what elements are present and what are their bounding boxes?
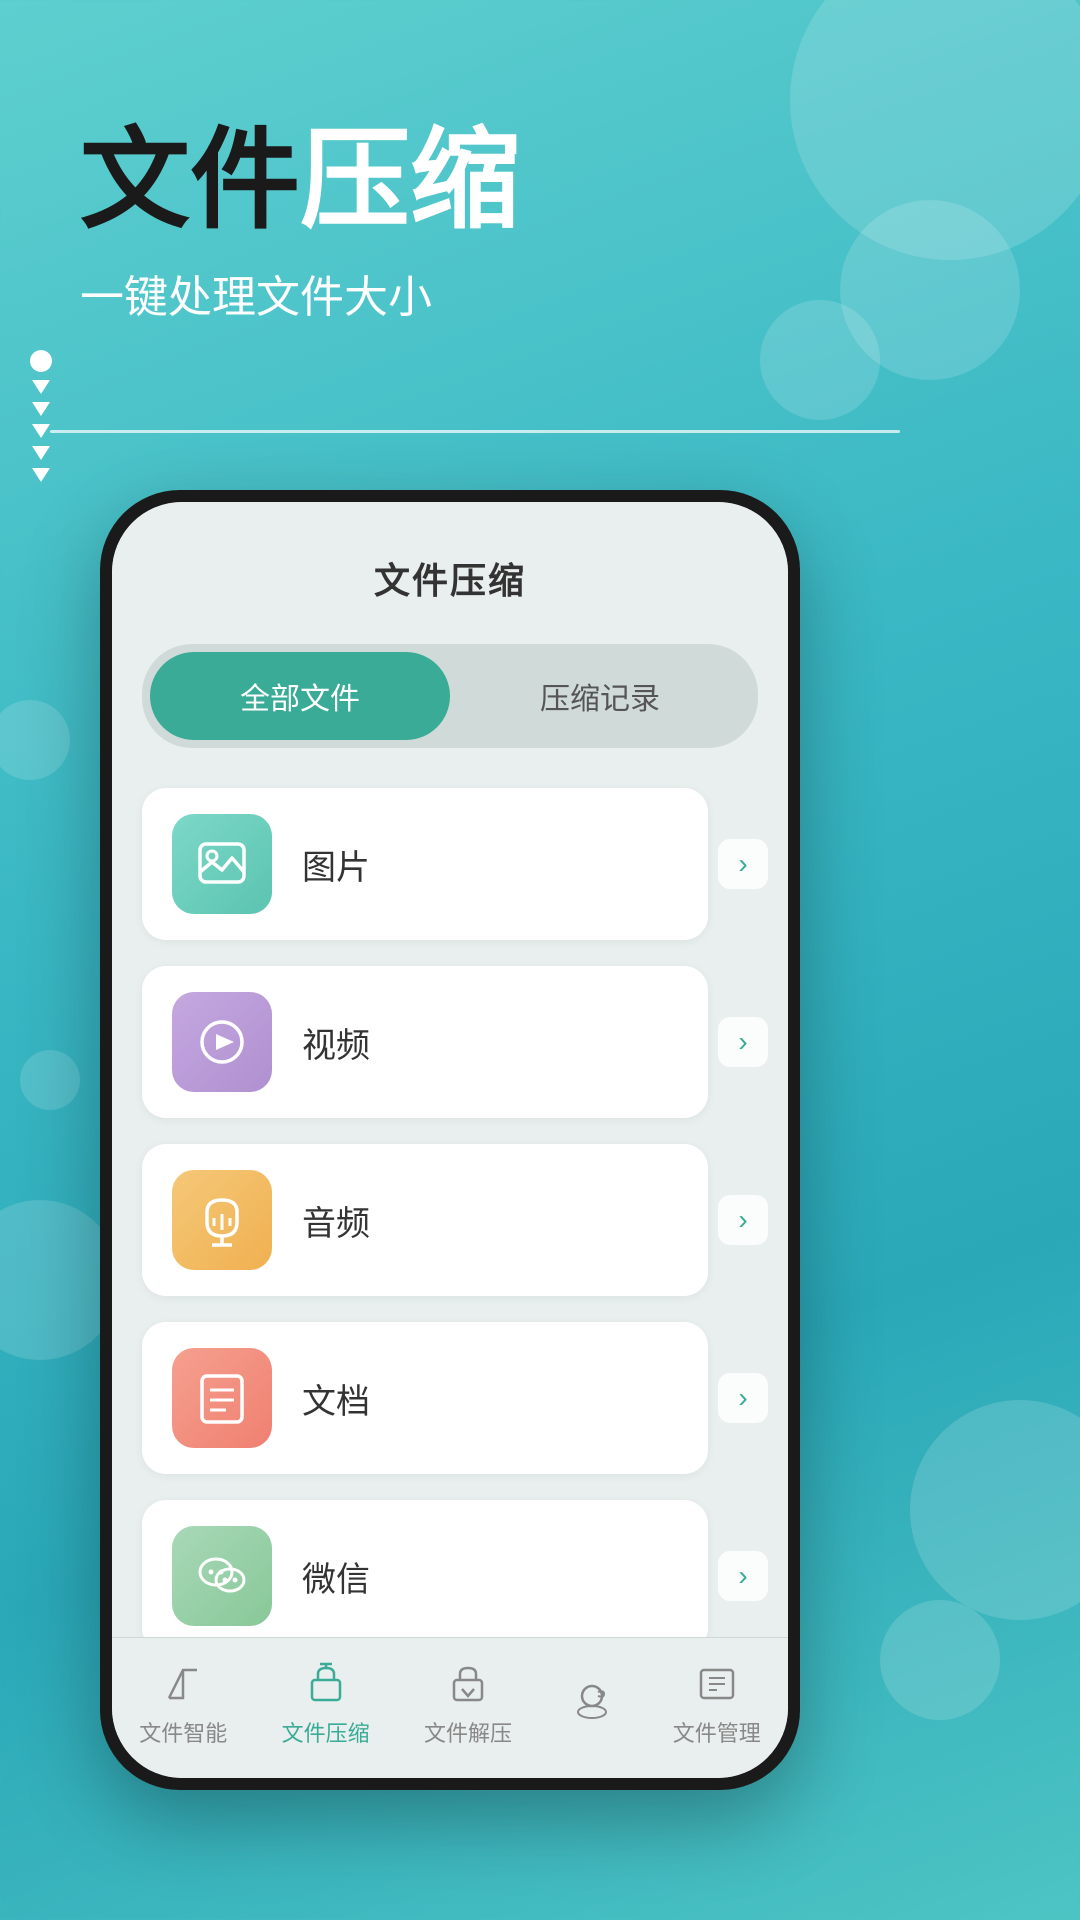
wechat-icon [192, 1546, 252, 1606]
chevron-image: › [718, 839, 768, 889]
header-divider [50, 430, 900, 433]
file-name-audio: 音频 [302, 1196, 370, 1245]
nav-label-decompress: 文件解压 [424, 1716, 512, 1748]
page-title: 文件压缩 [80, 120, 1000, 241]
image-icon [192, 834, 252, 894]
bg-decoration-4 [0, 700, 70, 780]
nav-icon-main [300, 1658, 352, 1710]
file-icon-video [172, 992, 272, 1092]
chevron-doc: › [718, 1373, 768, 1423]
audio-icon [192, 1190, 252, 1250]
nav-item-duck[interactable] [566, 1674, 618, 1732]
bg-decoration-6 [910, 1400, 1080, 1620]
nav-icon-decompress [442, 1658, 494, 1710]
page-header: 文件压缩 一键处理文件大小 [0, 0, 1080, 325]
chevron-wechat: › [718, 1551, 768, 1601]
nav-label-settings: 文件管理 [673, 1716, 761, 1748]
bottom-navigation: 文件智能 文件压缩 [112, 1637, 788, 1778]
list-item[interactable]: 视频 › [112, 956, 788, 1128]
file-name-doc: 文档 [302, 1374, 370, 1423]
list-item[interactable]: 图片 › [112, 778, 788, 950]
triangle-2 [32, 402, 50, 416]
file-icon-image [172, 814, 272, 914]
triangle-1 [32, 380, 50, 394]
doc-icon [192, 1368, 252, 1428]
triangle-5 [32, 468, 50, 482]
video-icon [192, 1012, 252, 1072]
list-item[interactable]: 微信 › [112, 1490, 788, 1637]
list-item[interactable]: 音频 › [112, 1134, 788, 1306]
left-decoration [30, 350, 52, 482]
file-icon-wechat [172, 1526, 272, 1626]
tab-bar: 全部文件 压缩记录 [142, 644, 758, 748]
file-name-wechat: 微信 [302, 1552, 370, 1601]
chevron-audio: › [718, 1195, 768, 1245]
nav-label-compress: 文件智能 [139, 1716, 227, 1748]
tab-history[interactable]: 压缩记录 [450, 652, 750, 740]
dot-1 [30, 350, 52, 372]
file-icon-doc [172, 1348, 272, 1448]
file-name-video: 视频 [302, 1018, 370, 1067]
bg-decoration-8 [20, 1050, 80, 1110]
file-item-image[interactable]: 图片 [142, 788, 708, 940]
nav-icon-settings [691, 1658, 743, 1710]
file-item-audio[interactable]: 音频 [142, 1144, 708, 1296]
title-part-white: 压缩 [300, 119, 520, 242]
nav-label-main: 文件压缩 [282, 1716, 370, 1748]
triangle-4 [32, 446, 50, 460]
nav-item-settings[interactable]: 文件管理 [673, 1658, 761, 1748]
file-name-image: 图片 [302, 840, 370, 889]
file-item-wechat[interactable]: 微信 [142, 1500, 708, 1637]
app-title: 文件压缩 [152, 552, 748, 604]
file-item-video[interactable]: 视频 [142, 966, 708, 1118]
nav-item-compress[interactable]: 文件智能 [139, 1658, 227, 1748]
title-part-black: 文件 [80, 119, 300, 242]
file-icon-audio [172, 1170, 272, 1270]
bg-decoration-7 [880, 1600, 1000, 1720]
nav-item-decompress[interactable]: 文件解压 [424, 1658, 512, 1748]
file-list: 图片 › 视频 › [112, 768, 788, 1637]
nav-icon-duck [566, 1674, 618, 1726]
page-subtitle: 一键处理文件大小 [80, 261, 1000, 325]
phone-mockup: 文件压缩 全部文件 压缩记录 [100, 490, 800, 1790]
phone-screen: 文件压缩 全部文件 压缩记录 [112, 502, 788, 1778]
app-header: 文件压缩 [112, 502, 788, 624]
list-item[interactable]: 文档 › [112, 1312, 788, 1484]
file-item-doc[interactable]: 文档 [142, 1322, 708, 1474]
nav-item-main[interactable]: 文件压缩 [282, 1658, 370, 1748]
nav-icon-compress [157, 1658, 209, 1710]
chevron-video: › [718, 1017, 768, 1067]
tab-all-files[interactable]: 全部文件 [150, 652, 450, 740]
triangle-3 [32, 424, 50, 438]
